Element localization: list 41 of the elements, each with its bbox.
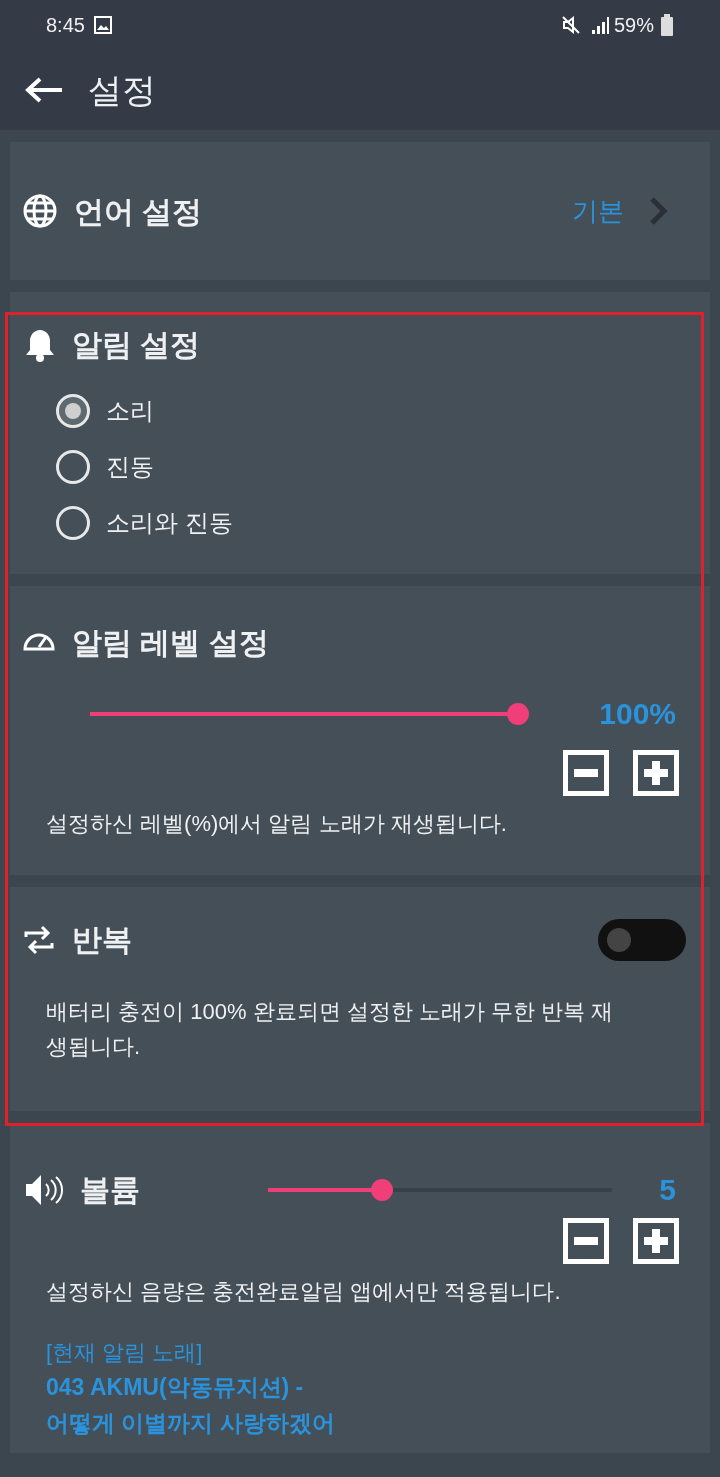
plus-icon [644, 1229, 668, 1253]
section-title: 반복 [72, 922, 133, 958]
status-time: 8:45 [46, 13, 85, 38]
song-heading: [현재 알림 노래] [46, 1339, 204, 1368]
volume-reading: 5 [659, 1172, 676, 1208]
slider-thumb[interactable] [370, 1178, 393, 1201]
minus-button[interactable] [563, 1218, 609, 1264]
plus-button[interactable] [633, 1218, 679, 1264]
radio-button[interactable] [56, 394, 90, 428]
page-title: 설정 [88, 69, 156, 111]
level-reading: 100% [599, 696, 676, 732]
radio-button[interactable] [56, 506, 90, 540]
image-icon [92, 15, 113, 35]
section-title: 알림 레벨 설정 [72, 625, 269, 661]
chevron-right-icon [648, 196, 668, 226]
mute-icon [559, 14, 582, 36]
battery-percent: 59% [613, 13, 654, 38]
radio-button[interactable] [56, 450, 90, 484]
description: 배터리 충전이 100% 완료되면 설정한 노래가 무한 반복 재생됩니다. [46, 998, 615, 1062]
plus-button[interactable] [633, 750, 679, 796]
song-title: 043 AKMU(악동뮤지션) - 어떻게 이별까지 사랑하겠어 [46, 1373, 336, 1438]
description: 설정하신 음량은 충전완료알림 앱에서만 적용됩니다. [46, 1278, 562, 1306]
description: 설정하신 레벨(%)에서 알림 노래가 재생됩니다. [46, 810, 508, 838]
globe-icon [22, 193, 58, 229]
back-button[interactable] [24, 75, 64, 105]
language-row[interactable]: 언어 설정 기본 [10, 142, 710, 280]
section-title: 볼륨 [80, 1172, 140, 1208]
slider-thumb[interactable] [507, 702, 529, 725]
section-title: 알림 설정 [72, 327, 201, 363]
option-label: 진동 [106, 452, 154, 482]
toggle-switch[interactable] [598, 918, 686, 961]
option-label: 소리와 진동 [106, 508, 233, 538]
option-label: 소리 [106, 396, 154, 426]
plus-icon [644, 761, 668, 785]
battery-icon [660, 14, 674, 36]
minus-button[interactable] [563, 750, 609, 796]
setting-label: 언어 설정 [74, 193, 204, 230]
setting-value: 기본 [572, 194, 624, 228]
bell-icon [24, 327, 56, 362]
back-arrow-icon [24, 75, 64, 105]
gauge-icon [22, 631, 56, 654]
